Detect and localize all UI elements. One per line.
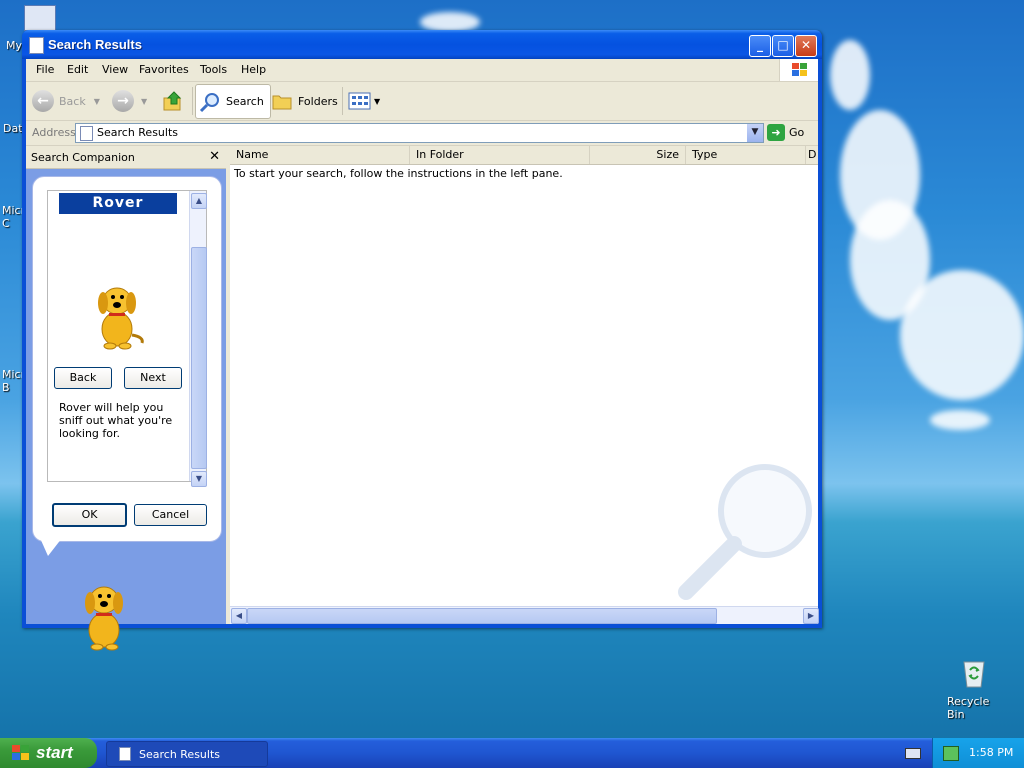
character-panel-scrollbar[interactable]: ▲ ▼ (189, 191, 207, 487)
back-label: Back (59, 94, 86, 108)
windows-logo-icon (12, 745, 29, 760)
address-dropdown-button[interactable]: ▼ (747, 124, 763, 142)
search-document-icon (29, 37, 44, 54)
desktop-icon-micro-2[interactable]: Micro B (2, 368, 22, 394)
results-horizontal-scrollbar[interactable]: ◀ ▶ (230, 606, 819, 624)
character-description: Rover will help you sniff out what you'r… (59, 401, 173, 440)
address-value: Search Results (97, 126, 179, 139)
computer-icon (24, 5, 56, 31)
maximize-button[interactable]: □ (772, 35, 794, 57)
search-label: Search (226, 95, 264, 108)
clock[interactable]: 1:58 PM (969, 746, 1013, 759)
chevron-down-icon: ▼ (93, 96, 100, 106)
assistant-balloon: Rover Back Next Rover will help you snif… (32, 176, 222, 542)
go-label: Go (789, 126, 805, 139)
search-results-window: Search Results _ □ ✕ File Edit View Favo… (22, 30, 822, 651)
address-label: Address (32, 126, 76, 139)
menu-help[interactable]: Help (241, 63, 266, 76)
go-arrow-icon: ➜ (767, 124, 785, 141)
search-button[interactable]: Search (195, 84, 271, 119)
rover-character-icon[interactable] (76, 576, 136, 652)
up-folder-button[interactable] (162, 85, 184, 117)
menu-edit[interactable]: Edit (67, 63, 88, 76)
search-companion-header: Search Companion ✕ (26, 146, 226, 169)
scroll-right-button[interactable]: ▶ (803, 608, 819, 624)
forward-arrow-icon: → (112, 90, 134, 112)
column-date[interactable]: D (806, 146, 822, 164)
search-companion-title: Search Companion (31, 151, 135, 164)
folders-label: Folders (298, 94, 338, 108)
network-icon[interactable] (943, 746, 959, 761)
system-tray: 1:58 PM (932, 738, 1024, 768)
close-icon[interactable]: ✕ (209, 149, 220, 164)
address-bar: Address Search Results ▼ ➜ Go (26, 121, 818, 146)
search-icon (199, 92, 219, 112)
scroll-thumb[interactable] (191, 247, 207, 469)
balloon-tail (40, 538, 62, 556)
scroll-left-button[interactable]: ◀ (231, 608, 247, 624)
back-arrow-icon: ← (32, 90, 54, 112)
up-folder-icon (163, 91, 182, 111)
ok-button[interactable]: OK (52, 503, 127, 527)
companion-next-button[interactable]: Next (124, 367, 182, 389)
taskbar-item-label: Search Results (139, 747, 221, 761)
desktop-icon-dat[interactable]: Dat (3, 122, 23, 135)
menu-bar: File Edit View Favorites Tools Help (26, 59, 818, 82)
views-grid-icon (348, 92, 371, 110)
start-label: start (36, 743, 73, 762)
menu-file[interactable]: File (36, 63, 54, 76)
windows-logo-icon (779, 59, 818, 81)
recycle-bin-label: Recycle Bin (947, 695, 990, 721)
views-button[interactable]: ▼ (348, 85, 380, 117)
taskbar-item-search-results[interactable]: Search Results (106, 741, 268, 767)
character-name: Rover (59, 193, 177, 214)
close-button[interactable]: ✕ (795, 35, 817, 57)
scroll-down-button[interactable]: ▼ (191, 471, 207, 487)
search-companion-pane: Search Companion ✕ Rover Back Next Rover… (26, 146, 226, 651)
column-name[interactable]: Name (230, 146, 410, 164)
desktop-icon-label: My (6, 39, 23, 52)
title-bar[interactable]: Search Results _ □ ✕ (22, 30, 822, 59)
search-document-icon (80, 126, 93, 141)
recycle-bin-icon (963, 661, 985, 688)
cancel-button[interactable]: Cancel (134, 504, 207, 526)
address-input[interactable]: Search Results ▼ (75, 123, 764, 143)
search-document-icon (119, 747, 131, 761)
toolbar: ← Back ▼ → ▼ Search Folders ▼ (26, 82, 818, 121)
companion-back-button[interactable]: Back (54, 367, 112, 389)
toolbar-separator (192, 87, 193, 115)
start-button[interactable]: start (0, 738, 97, 768)
minimize-button[interactable]: _ (749, 35, 771, 57)
keyboard-icon[interactable] (905, 748, 921, 759)
scroll-up-button[interactable]: ▲ (191, 193, 207, 209)
window-client: File Edit View Favorites Tools Help ← Ba… (26, 59, 819, 651)
folders-button[interactable]: Folders (271, 85, 338, 117)
go-button[interactable]: ➜ Go (767, 124, 804, 141)
results-pane: Name In Folder Size Type D To start your… (230, 146, 819, 624)
character-panel: Rover Back Next Rover will help you snif… (47, 190, 207, 487)
horizontal-scroll-thumb[interactable] (247, 608, 717, 624)
window-title: Search Results (48, 37, 142, 52)
rover-dog-icon (98, 287, 144, 350)
empty-results-message: To start your search, follow the instruc… (234, 167, 563, 180)
taskbar: start Search Results 1:58 PM (0, 738, 1024, 768)
back-button[interactable]: ← Back ▼ (32, 85, 100, 117)
column-in-folder[interactable]: In Folder (410, 146, 590, 164)
menu-tools[interactable]: Tools (200, 63, 227, 76)
folders-icon (272, 95, 292, 110)
results-column-headers: Name In Folder Size Type D (230, 146, 818, 165)
desktop-icon-micro-1[interactable]: Micro C (2, 204, 22, 230)
menu-favorites[interactable]: Favorites (139, 63, 189, 76)
magnifier-watermark-icon (678, 464, 812, 600)
menu-view[interactable]: View (102, 63, 128, 76)
chevron-down-icon: ▼ (141, 96, 148, 106)
column-type[interactable]: Type (686, 146, 806, 164)
forward-button[interactable]: → ▼ (112, 85, 147, 117)
recycle-bin[interactable]: Recycle Bin (944, 656, 1004, 721)
toolbar-separator (342, 87, 343, 115)
column-size[interactable]: Size (590, 146, 686, 164)
chevron-down-icon: ▼ (374, 96, 381, 106)
